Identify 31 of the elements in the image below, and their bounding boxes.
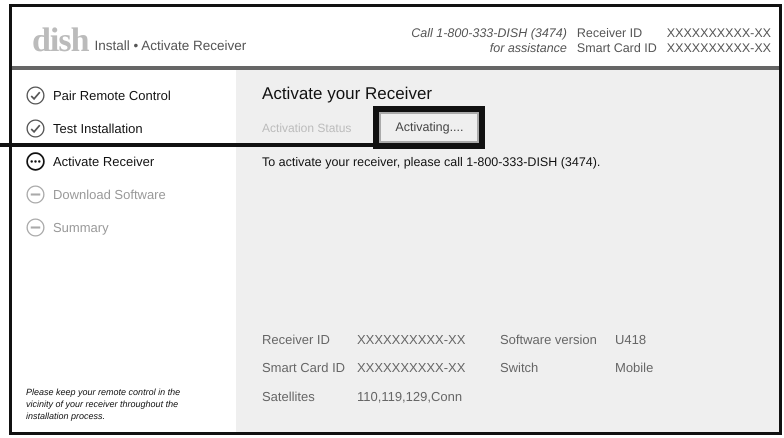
step-label: Pair Remote Control [53, 86, 171, 105]
check-circle-icon [26, 119, 45, 138]
dots-circle-icon [26, 152, 45, 171]
step-label: Download Software [53, 186, 166, 204]
info-label: Satellites [262, 388, 316, 406]
minus-circle-icon [26, 185, 45, 204]
info-label: Receiver ID [262, 330, 331, 348]
check-circle-icon [26, 86, 45, 105]
info-label: Switch [500, 359, 540, 377]
info-label: Software version [500, 330, 598, 348]
info-value: 110,119,129,Conn [357, 388, 464, 406]
sidebar-note: Please keep your remote control in the vicinity of your receiver throughout the installation process. [26, 386, 182, 422]
activation-message: To activate your receiver, please call 1-800-333-DISH (3474). [262, 154, 602, 172]
id-label: Receiver ID [576, 26, 644, 42]
step-label: Activate Receiver [53, 152, 154, 171]
info-value: Mobile [615, 359, 654, 377]
assistance-text: Call 1-800-333-DISH (3474) [411, 26, 567, 42]
id-label: Smart Card ID [576, 41, 657, 57]
logo: dish [32, 26, 88, 57]
id-value: XXXXXXXXXX-XX [666, 41, 771, 57]
page-title: Install • Activate Receiver [94, 36, 246, 55]
assistance-text: for assistance [488, 41, 567, 57]
info-label: Smart Card ID [262, 359, 346, 377]
id-value: XXXXXXXXXX-XX [666, 26, 771, 42]
step-label: Test Installation [53, 120, 143, 138]
info-value: U418 [615, 330, 648, 348]
info-value: XXXXXXXXXX-XX [357, 359, 466, 377]
step-label: Summary [53, 218, 109, 237]
minus-circle-icon [26, 218, 45, 237]
main-title: Activate your Receiver [262, 84, 434, 104]
info-value: XXXXXXXXXX-XX [357, 330, 466, 348]
